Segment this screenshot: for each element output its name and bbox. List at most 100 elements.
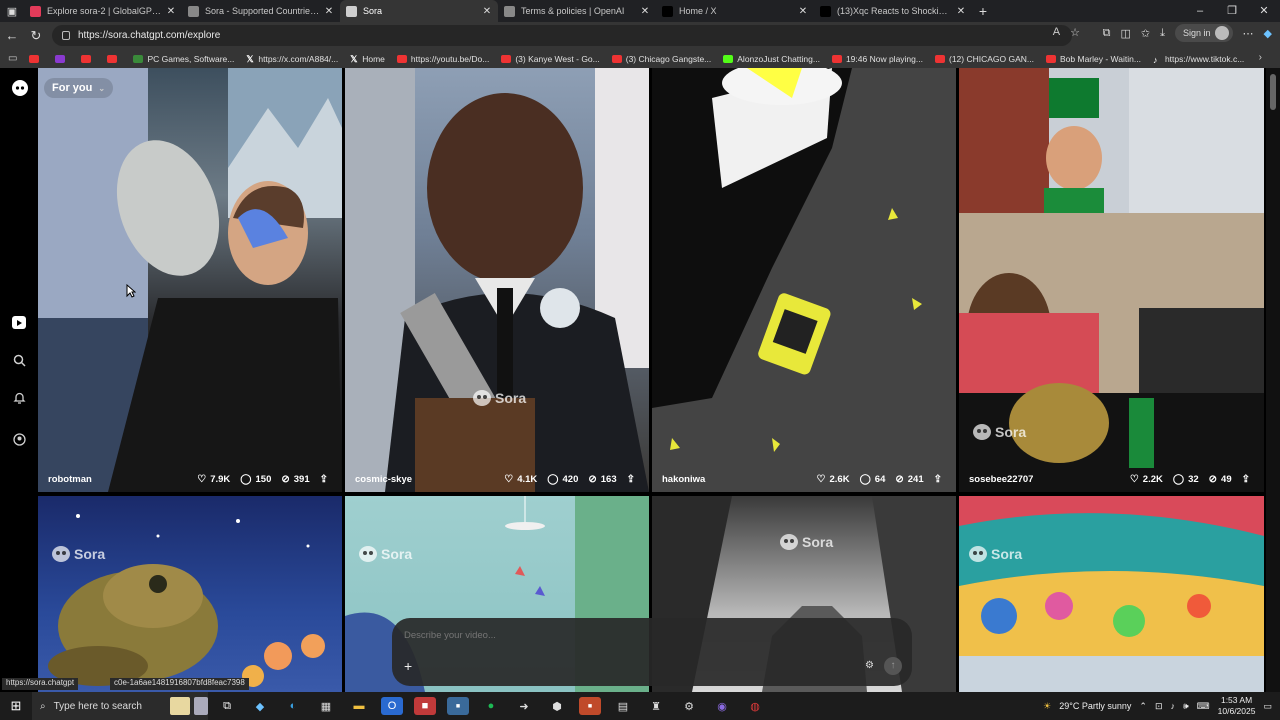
bookmark-item[interactable]: ♪ https://www.tiktok.c... — [1153, 54, 1244, 65]
remix-stat[interactable]: ⊘ 163 — [588, 474, 616, 485]
bookmark-item[interactable] — [81, 54, 95, 64]
remix-stat[interactable]: ⊘ 241 — [895, 474, 923, 485]
minimize-icon[interactable]: – — [1184, 0, 1216, 22]
close-tab-icon[interactable]: ✕ — [956, 6, 966, 17]
app-arrow-icon[interactable]: ➜ — [513, 697, 535, 715]
downloads-icon[interactable]: ⤓ — [1160, 27, 1165, 40]
refresh-icon[interactable]: ↻ — [24, 28, 48, 44]
scrollbar-thumb[interactable] — [1270, 74, 1276, 110]
app-red-icon[interactable]: ■ — [414, 697, 436, 715]
video-card-4[interactable]: Sora sosebee22707 ♡ 2.2K ◯ 32 ⊘ 49 ⇪ — [959, 68, 1264, 492]
share-button[interactable]: ⇪ — [1242, 474, 1254, 485]
browser-tab[interactable]: Terms & policies | OpenAI ✕ — [498, 0, 656, 22]
app-figure-icon[interactable]: ♜ — [645, 697, 667, 715]
share-button[interactable]: ⇪ — [320, 474, 332, 485]
comments-stat[interactable]: ◯ 32 — [1173, 474, 1199, 485]
bookmark-item[interactable]: (3) Kanye West - Go... — [501, 54, 600, 64]
app-red-circle-icon[interactable]: ◍ — [744, 697, 766, 715]
copilot-app-icon[interactable]: ◆ — [249, 697, 271, 715]
video-card-8[interactable]: Sora — [959, 496, 1264, 692]
extensions-icon[interactable]: ⧉ — [1103, 27, 1111, 40]
bookmark-item[interactable]: AlonzoJust Chatting... — [723, 54, 820, 64]
bookmark-item[interactable] — [107, 54, 121, 64]
send-arrow-icon[interactable]: ↑ — [884, 657, 902, 675]
browser-tab[interactable]: Home / X ✕ — [656, 0, 814, 22]
browser-tab[interactable]: (13)Xqc Reacts to Shocking AI Vi ✕ — [814, 0, 972, 22]
share-button[interactable]: ⇪ — [627, 474, 639, 485]
describe-video-input[interactable] — [404, 630, 884, 641]
bookmark-item[interactable]: (3) Chicago Gangste... — [611, 54, 711, 64]
app-shield-icon[interactable]: ⬢ — [546, 697, 568, 715]
microphone-icon[interactable]: ♪ — [1170, 701, 1175, 711]
bookmark-item[interactable] — [29, 54, 43, 64]
copilot-icon[interactable]: ◆ — [1264, 27, 1272, 40]
restore-icon[interactable]: ❐ — [1216, 0, 1248, 22]
likes-stat[interactable]: ♡ 7.9K — [197, 474, 230, 485]
close-tab-icon[interactable]: ✕ — [482, 6, 492, 17]
outlook-icon[interactable]: O — [381, 697, 403, 715]
chevron-right-icon[interactable]: › — [1259, 52, 1262, 63]
weather-text[interactable]: 29°C Partly sunny — [1059, 701, 1131, 711]
bookmark-item[interactable] — [55, 54, 69, 64]
explore-icon[interactable] — [12, 316, 26, 329]
likes-stat[interactable]: ♡ 2.6K — [817, 474, 850, 485]
browser-tab[interactable]: Explore sora-2 | GlobalGPT: All-in ✕ — [24, 0, 182, 22]
volume-icon[interactable]: 🕪 — [1183, 701, 1189, 712]
page-scrollbar[interactable] — [1266, 68, 1280, 692]
spotify-icon[interactable]: ● — [480, 697, 502, 715]
app-blue-icon[interactable]: ■ — [447, 697, 469, 715]
keyboard-icon[interactable]: ⌨ — [1197, 701, 1210, 712]
app-gray-icon[interactable]: ▤ — [612, 697, 634, 715]
bookmark-item[interactable]: Bob Marley - Waitin... — [1046, 54, 1141, 64]
card-username[interactable]: sosebee22707 — [969, 474, 1120, 485]
favorites-icon[interactable]: ✩ — [1141, 27, 1150, 40]
close-tab-icon[interactable]: ✕ — [798, 6, 808, 17]
steam-icon[interactable]: ⚙ — [678, 697, 700, 715]
video-card-3[interactable]: hakoniwa ♡ 2.6K ◯ 64 ⊘ 241 ⇪ — [652, 68, 956, 492]
comments-stat[interactable]: ◯ 64 — [860, 474, 886, 485]
remix-stat[interactable]: ⊘ 391 — [281, 474, 309, 485]
card-username[interactable]: cosmic-skye — [355, 474, 494, 485]
store-icon[interactable]: ▦ — [315, 697, 337, 715]
menu-dots-icon[interactable]: ⋯ — [1243, 27, 1254, 40]
video-card-2[interactable]: Sora cosmic-skye ♡ 4.1K ◯ 420 ⊘ 163 ⇪ — [345, 68, 649, 492]
bookmark-item[interactable]: 19:46 Now playing... — [831, 54, 923, 64]
network-icon[interactable]: ⊡ — [1155, 701, 1163, 712]
search-icon[interactable] — [12, 353, 27, 368]
bookmark-folder-icon[interactable]: ▭ — [8, 53, 17, 64]
notifications-icon[interactable]: ▭ — [1263, 701, 1272, 712]
card-username[interactable]: robotman — [48, 474, 187, 485]
close-tab-icon[interactable]: ✕ — [324, 6, 334, 17]
tray-overflow-icon[interactable]: ⌃ — [1139, 701, 1147, 712]
back-icon[interactable]: ← — [0, 28, 24, 43]
windows-start-icon[interactable]: ⊞ — [0, 698, 32, 714]
bookmark-item[interactable]: 𝕏 Home — [350, 54, 385, 64]
bookmark-item[interactable]: 𝕏https://x.com/A884/... — [246, 54, 338, 64]
split-screen-icon[interactable]: ◫ — [1121, 27, 1131, 40]
close-tab-icon[interactable]: ✕ — [166, 6, 176, 17]
feed-selector-dropdown[interactable]: For you ⌄ — [44, 78, 114, 98]
remix-stat[interactable]: ⊘ 49 — [1209, 474, 1232, 485]
likes-stat[interactable]: ♡ 4.1K — [504, 474, 537, 485]
card-username[interactable]: hakoniwa — [662, 474, 807, 485]
clock[interactable]: 1:53 AM 10/6/2025 — [1218, 695, 1256, 717]
bookmark-item[interactable]: PC Games, Software... — [133, 54, 234, 64]
close-window-icon[interactable]: ✕ — [1248, 0, 1280, 22]
settings-sliders-icon[interactable]: ⚙ — [865, 660, 874, 671]
browser-tab[interactable]: Sora ✕ — [340, 0, 498, 22]
edge-browser-icon[interactable]: ◐ — [282, 697, 304, 715]
profile-icon[interactable] — [12, 432, 27, 447]
video-card-5[interactable]: Sora — [38, 496, 342, 692]
bookmark-item[interactable]: https://youtu.be/Do... — [396, 54, 489, 64]
notifications-bell-icon[interactable] — [12, 390, 27, 405]
add-attachment-icon[interactable]: + — [404, 658, 412, 674]
sign-in-button[interactable]: Sign in — [1175, 24, 1233, 42]
file-explorer-icon[interactable]: ▬ — [348, 697, 370, 715]
comments-stat[interactable]: ◯ 420 — [547, 474, 578, 485]
likes-stat[interactable]: ♡ 2.2K — [1130, 474, 1163, 485]
comments-stat[interactable]: ◯ 150 — [240, 474, 271, 485]
address-bar[interactable]: https://sora.chatgpt.com/explore — [52, 25, 1072, 46]
task-view-icon[interactable]: ⧉ — [216, 697, 238, 715]
read-aloud-icon[interactable]: A — [1053, 26, 1060, 39]
app-purple-icon[interactable]: ◉ — [711, 697, 733, 715]
